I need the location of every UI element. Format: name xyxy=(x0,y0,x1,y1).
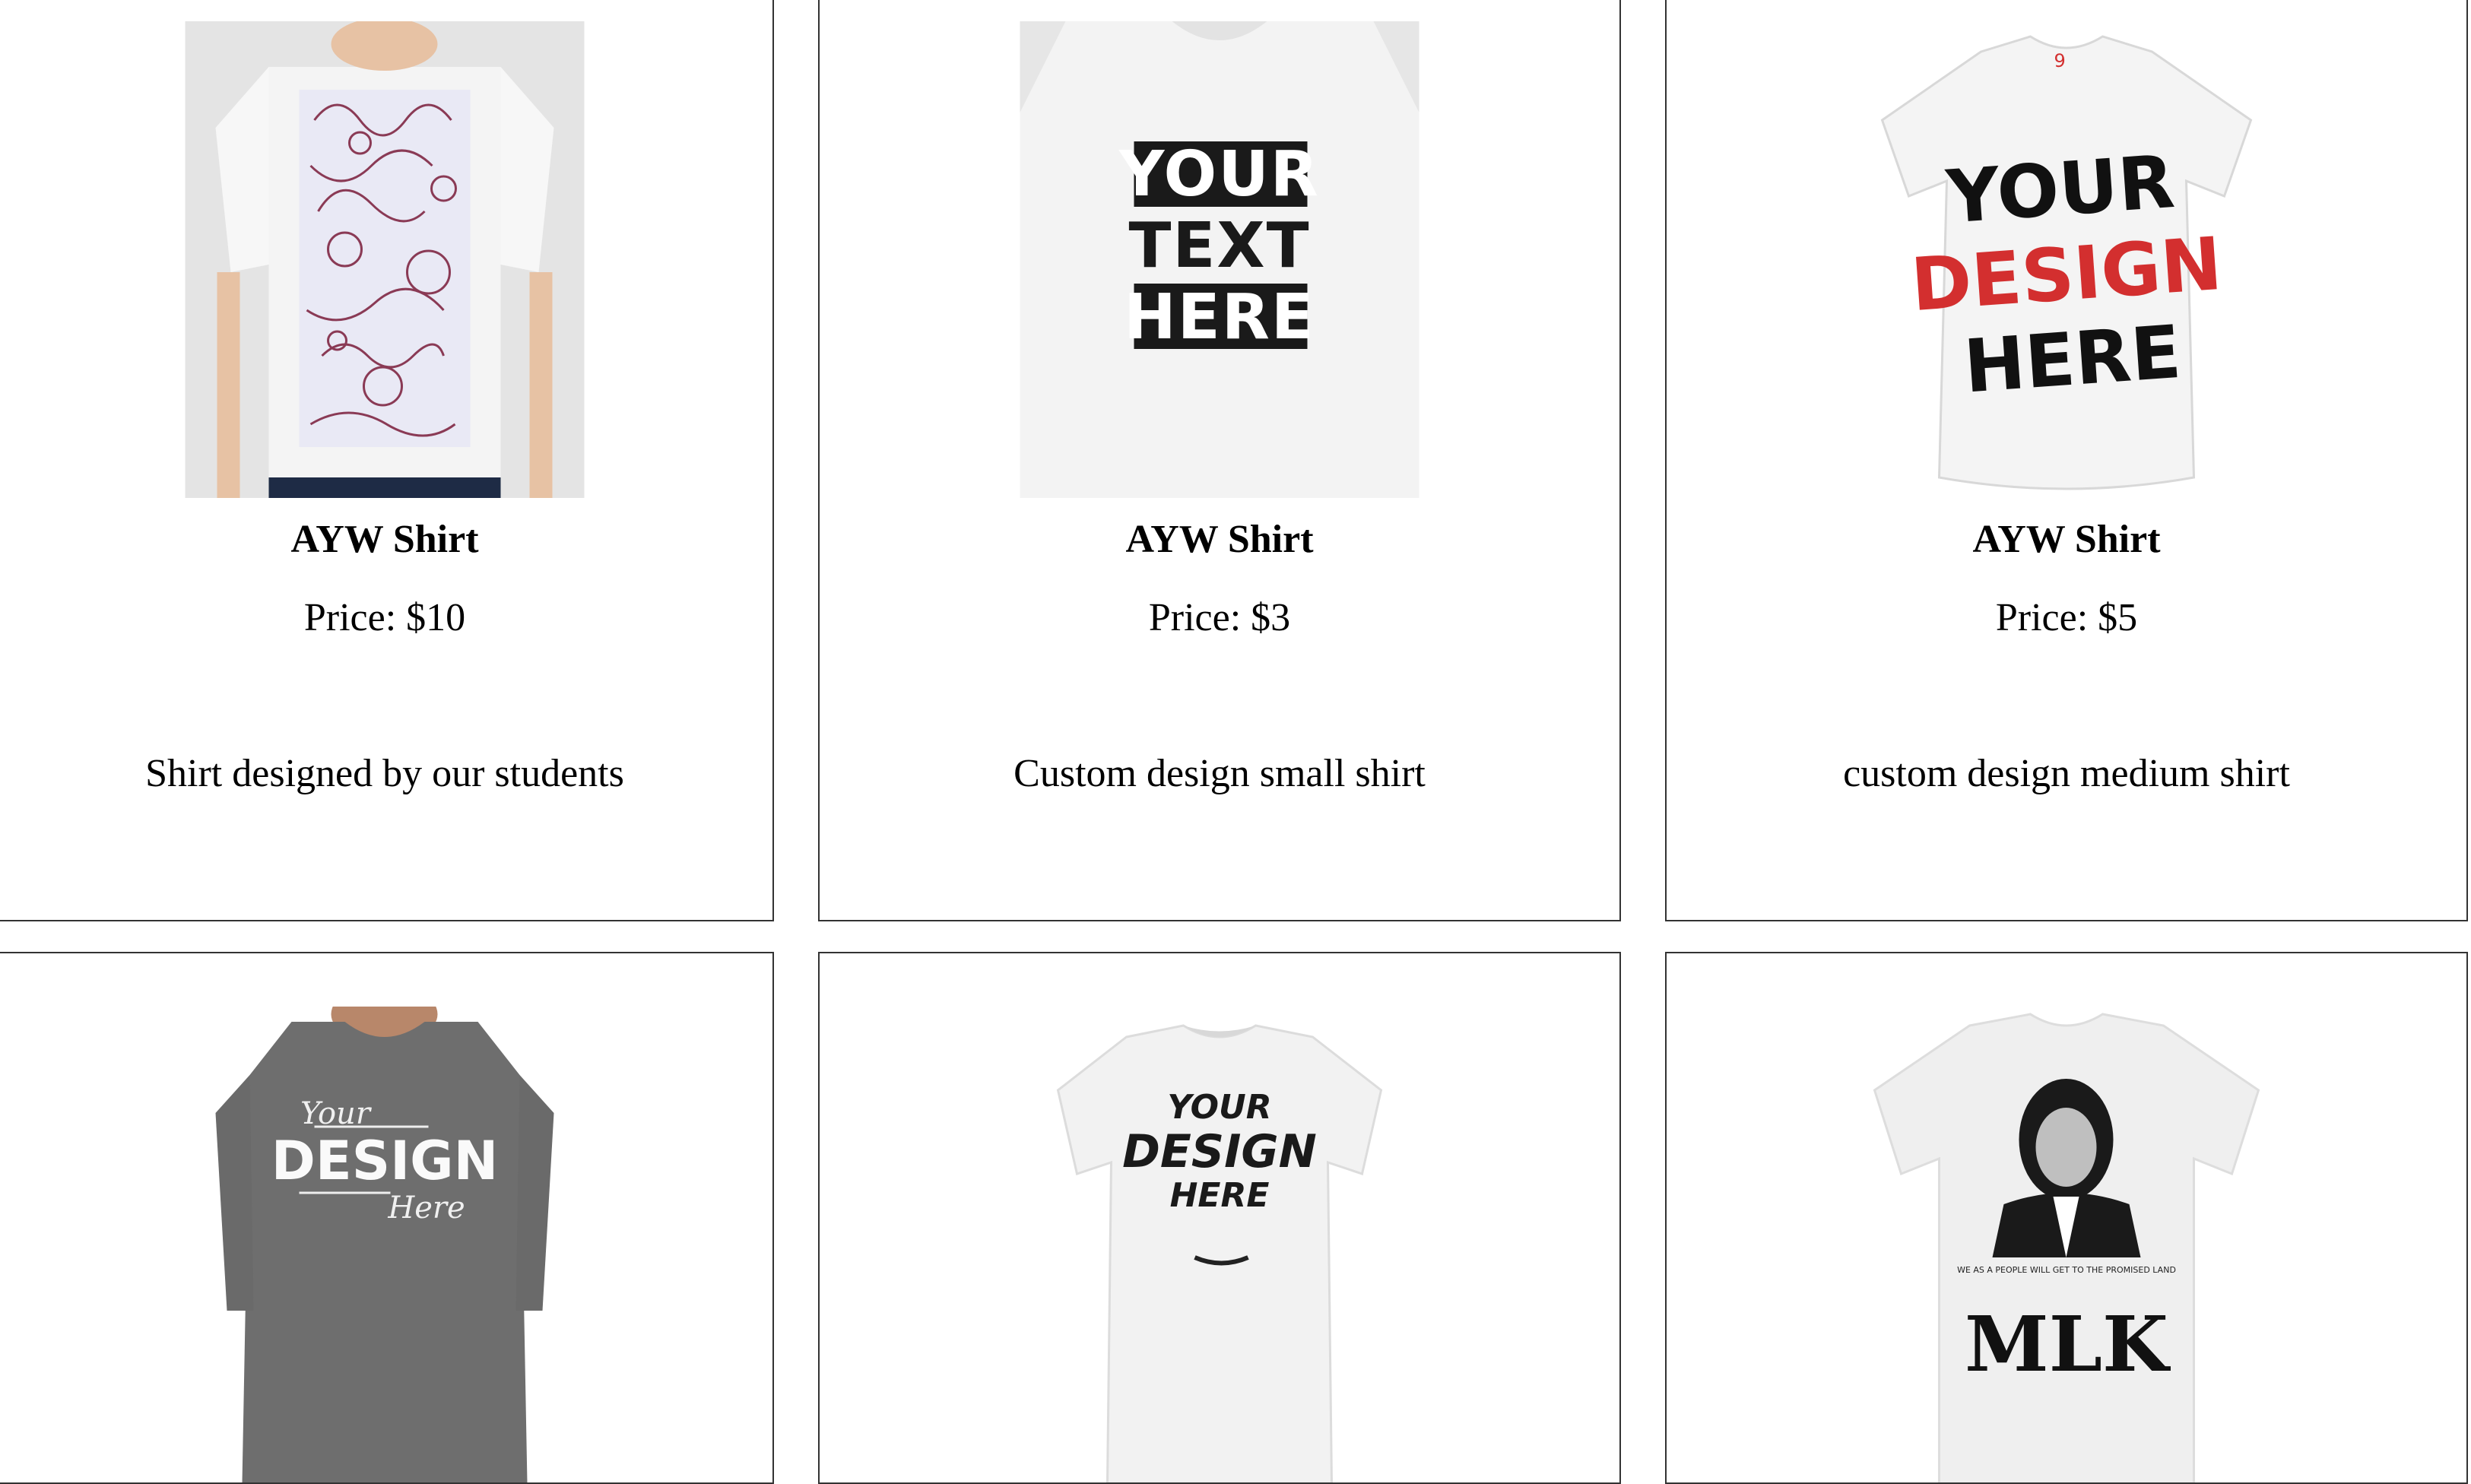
product-grid: AYW Shirt Price: $10 Shirt designed by o… xyxy=(0,0,2471,1484)
svg-text:9: 9 xyxy=(2054,50,2066,71)
product-card[interactable]: AYW Shirt Price: $10 Shirt designed by o… xyxy=(0,0,774,921)
product-description: Custom design small shirt xyxy=(1013,752,1426,795)
shirt-print-line: HERE xyxy=(1169,1176,1270,1215)
product-image[interactable]: Your DESIGN Here xyxy=(185,1007,585,1482)
product-price: Price: $10 xyxy=(303,596,466,639)
mlk-shirt-icon xyxy=(1867,1007,2266,1482)
product-title[interactable]: AYW Shirt xyxy=(0,517,772,562)
product-card[interactable]: WE AS A PEOPLE WILL GET TO THE PROMISED … xyxy=(1665,952,2468,1484)
product-card[interactable]: YOUR TEXT HERE AYW Shirt Price: $3 Custo… xyxy=(818,0,1621,921)
shirt-print-line: DESIGN xyxy=(1122,1125,1317,1178)
shirt-print-line: HERE xyxy=(1124,281,1315,354)
white-your-design-here-shirt-icon xyxy=(1020,1007,1419,1482)
product-price: Price: $3 xyxy=(1148,596,1291,639)
patterned-white-shirt-icon xyxy=(185,21,585,498)
product-image[interactable]: YOUR DESIGN HERE xyxy=(1020,1007,1419,1482)
gray-your-design-here-shirt-icon xyxy=(185,1007,585,1482)
shirt-print-main: MLK xyxy=(1965,1299,2168,1389)
shirt-print-line: TEXT xyxy=(1128,210,1311,282)
product-title[interactable]: AYW Shirt xyxy=(820,517,1619,562)
shirt-print-script: Here xyxy=(388,1191,465,1226)
product-image[interactable]: WE AS A PEOPLE WILL GET TO THE PROMISED … xyxy=(1867,1007,2266,1482)
shirt-print-caption: WE AS A PEOPLE WILL GET TO THE PROMISED … xyxy=(1957,1265,2176,1275)
product-title[interactable]: AYW Shirt xyxy=(1667,517,2466,562)
product-image[interactable]: 9 YOUR DESIGN HERE xyxy=(1867,21,2266,498)
product-card[interactable]: YOUR DESIGN HERE xyxy=(818,952,1621,1484)
product-price: Price: $5 xyxy=(1995,596,2138,639)
shirt-print-line: YOUR xyxy=(1167,1088,1272,1127)
shirt-print-line: YOUR xyxy=(1119,138,1320,211)
shirt-print-script: Your xyxy=(300,1096,370,1131)
product-image[interactable] xyxy=(185,21,585,498)
product-card[interactable]: Your DESIGN Here xyxy=(0,952,774,1484)
product-description: custom design medium shirt xyxy=(1843,752,2290,795)
product-card[interactable]: 9 YOUR DESIGN HERE AYW Shirt Price: $5 c… xyxy=(1665,0,2468,921)
product-description: Shirt designed by our students xyxy=(145,752,624,795)
product-image[interactable]: YOUR TEXT HERE xyxy=(1020,21,1419,498)
shirt-print-main: DESIGN xyxy=(271,1130,499,1192)
